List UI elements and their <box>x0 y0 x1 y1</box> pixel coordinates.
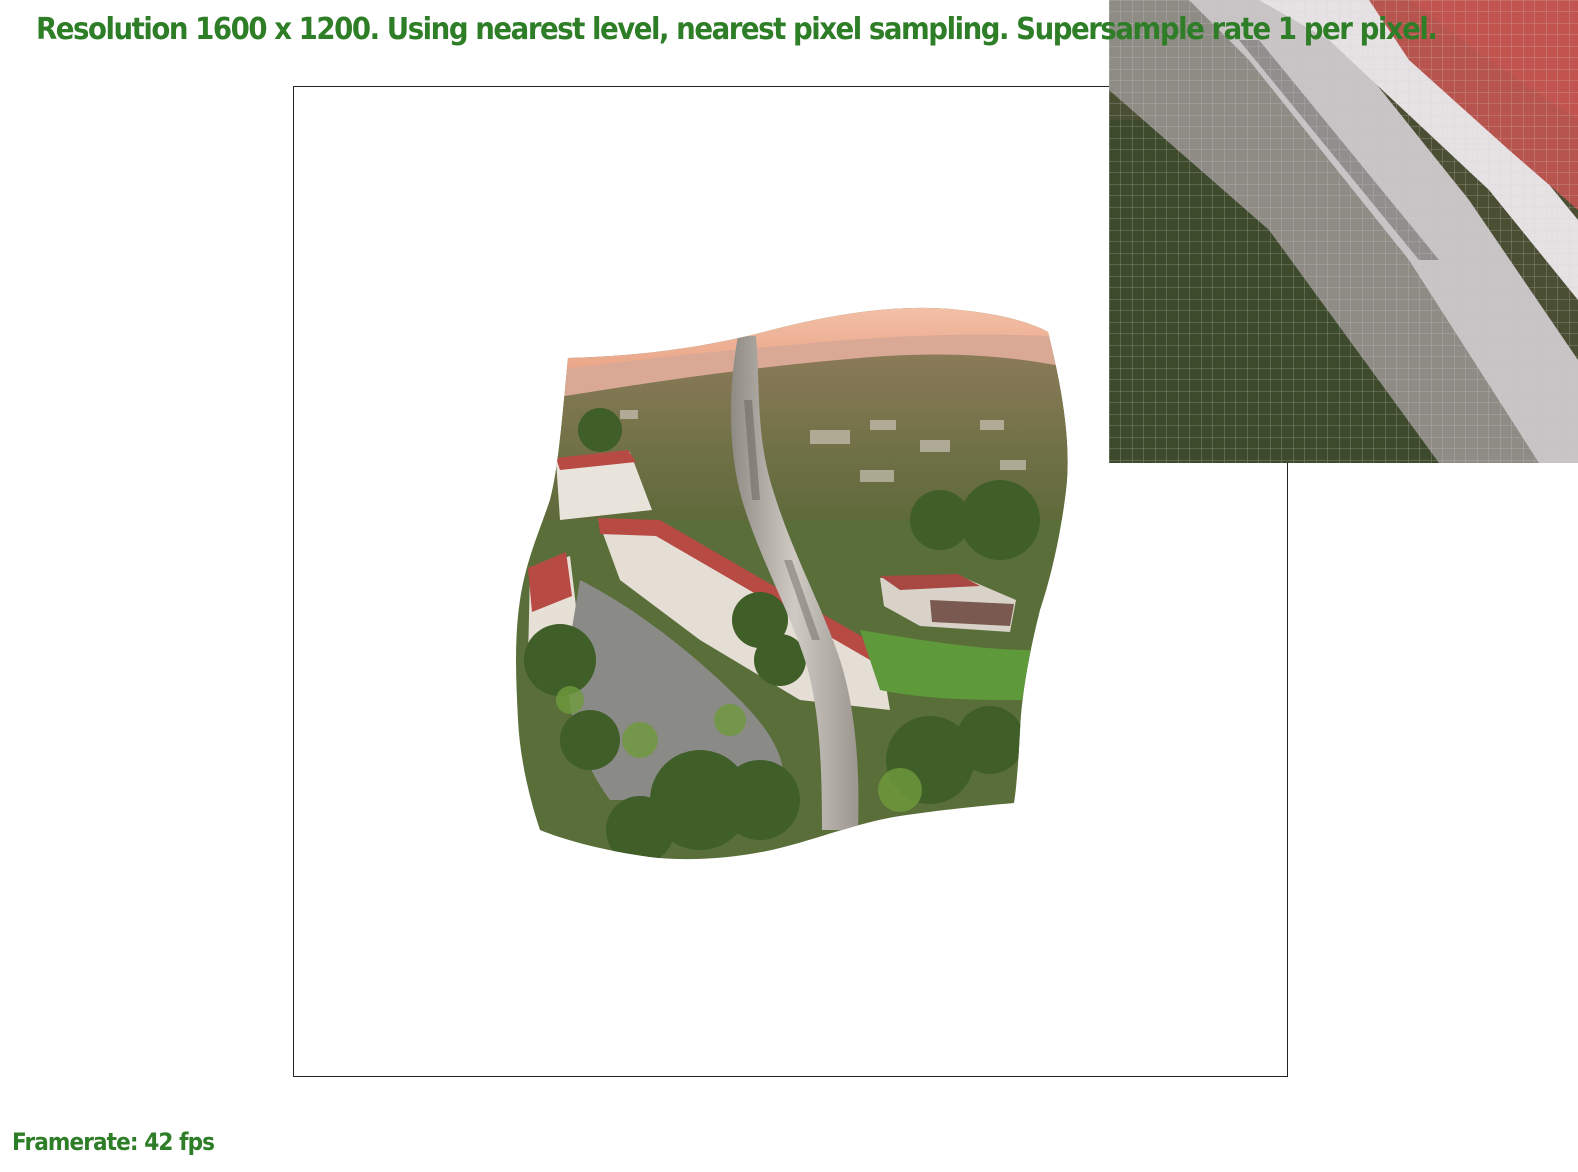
pixel-zoom-inset <box>1109 0 1578 463</box>
pixel-zoom-grid-icon <box>1109 0 1578 463</box>
status-text: Resolution 1600 x 1200. Using nearest le… <box>36 12 1438 47</box>
